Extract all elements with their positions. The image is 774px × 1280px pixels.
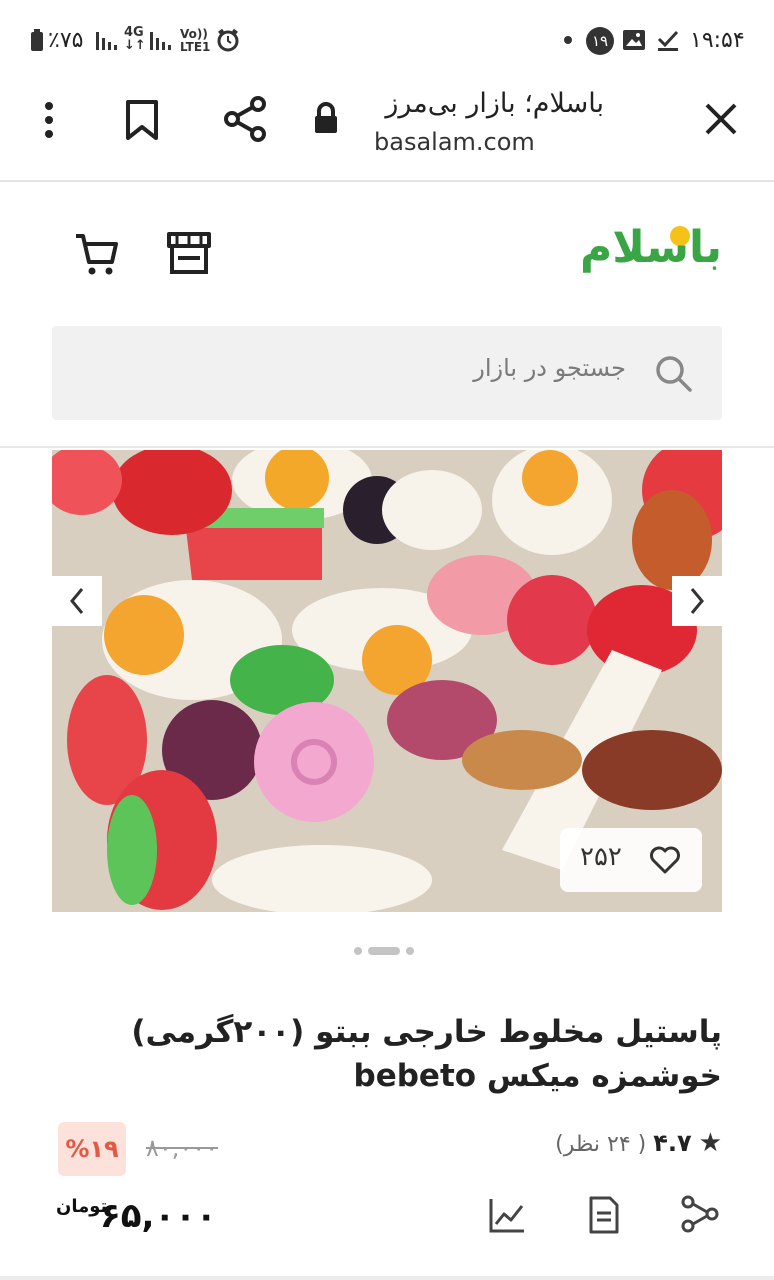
gallery-next-button[interactable] xyxy=(672,576,722,626)
notification-badge: ۱۹ xyxy=(586,27,614,55)
star-icon: ★ xyxy=(698,1128,722,1158)
details-icon[interactable] xyxy=(588,1196,620,1234)
chevron-right-icon xyxy=(690,588,704,614)
battery-percent: ٪۷۵ xyxy=(48,28,84,53)
more-options-icon[interactable] xyxy=(38,100,60,140)
alarm-icon xyxy=(216,28,240,56)
lock-icon xyxy=(312,102,340,138)
brand-logo[interactable]: باسلام xyxy=(580,222,722,273)
gallery-notification-icon xyxy=(622,28,646,56)
status-bar: ٪۷۵ 4G ↓↑ Vo)) LTE1 ۱۹ ۱۹:۵۴ xyxy=(0,0,774,80)
rating-count: ( ۲۴ نظر) xyxy=(555,1132,647,1157)
chevron-left-icon xyxy=(70,588,84,614)
volte-indicator: Vo)) LTE1 xyxy=(180,27,211,54)
store-icon[interactable] xyxy=(166,230,212,276)
header-divider xyxy=(0,446,774,448)
discount-badge: %۱۹ xyxy=(58,1122,126,1176)
network-type: 4G ↓↑ xyxy=(124,25,146,53)
price-chart-icon[interactable] xyxy=(488,1196,526,1234)
search-icon xyxy=(654,354,694,398)
page-url[interactable]: basalam.com xyxy=(374,128,535,156)
dot-indicator xyxy=(564,36,572,44)
download-done-icon xyxy=(656,28,680,56)
price: ۶۵,۰۰۰ xyxy=(100,1196,217,1236)
bookmark-icon[interactable] xyxy=(124,100,160,140)
rating[interactable]: ★ ۴.۷ ( ۲۴ نظر) xyxy=(555,1128,722,1158)
like-count: ۲۵۲ xyxy=(580,842,622,872)
pagination-dot[interactable] xyxy=(406,946,414,955)
pagination-dot-active[interactable] xyxy=(368,946,400,955)
battery-icon xyxy=(30,28,44,56)
share-icon[interactable] xyxy=(222,96,268,142)
heart-icon xyxy=(650,846,680,878)
product-title: پاستیل مخلوط خارجی ببتو (۲۰۰گرمی) خوشمزه… xyxy=(131,1014,722,1094)
product-image[interactable]: ۲۵۲ xyxy=(52,450,722,912)
gallery-prev-button[interactable] xyxy=(52,576,102,626)
pagination-dot[interactable] xyxy=(354,946,362,955)
search-input[interactable]: جستجو در بازار xyxy=(473,354,626,382)
signal-icon xyxy=(96,30,118,54)
close-icon[interactable] xyxy=(704,102,738,136)
gallery-pagination xyxy=(354,940,420,959)
bottom-divider xyxy=(0,1276,774,1280)
signal-icon-2 xyxy=(150,30,172,54)
clock: ۱۹:۵۴ xyxy=(690,28,745,53)
compare-icon[interactable] xyxy=(680,1194,720,1234)
cart-icon[interactable] xyxy=(74,232,118,276)
page-title[interactable]: باسلام؛ بازار بی‌مرز xyxy=(385,88,604,119)
currency-label: تومان xyxy=(56,1196,108,1217)
search-bar[interactable]: جستجو در بازار xyxy=(52,326,722,420)
rating-score: ۴.۷ xyxy=(653,1129,692,1157)
old-price: ۸۰,۰۰۰ xyxy=(146,1134,219,1162)
like-button[interactable]: ۲۵۲ xyxy=(560,828,702,892)
